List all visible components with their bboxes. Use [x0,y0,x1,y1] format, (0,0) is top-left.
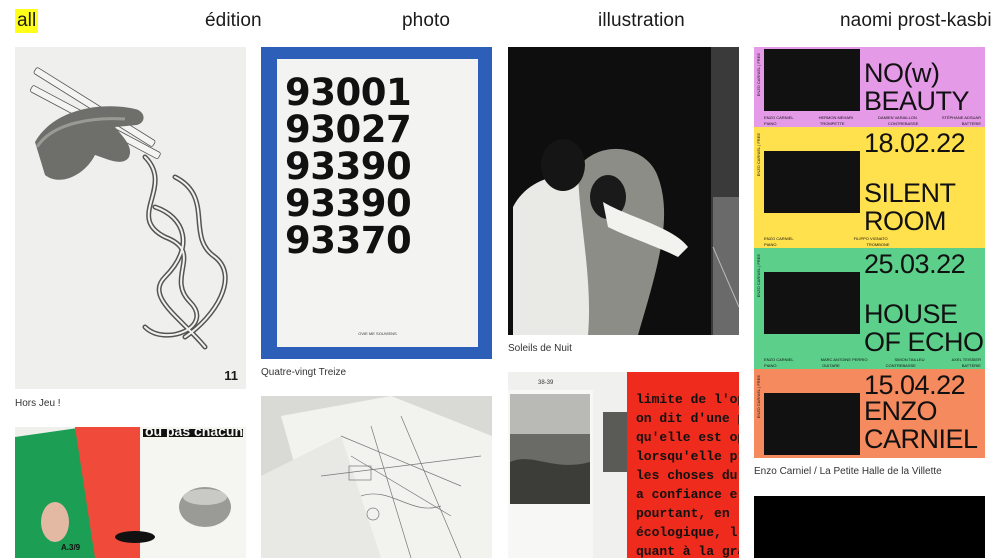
project-tile-black[interactable] [754,496,985,558]
poster-now-beauty: ENZO CARNIEL | FREE NO(w) BEAUTY ENZO CA… [754,47,985,127]
credit-name: FILIPPO VIGNATO [853,236,888,241]
text-line: les choses du [636,468,738,483]
nav-edition[interactable]: édition [205,9,262,33]
credit-role: TROMPETTE [819,121,845,126]
poster-side-text: ENZO CARNIEL | FREE [756,53,761,97]
poster-date: 18.02.22 [864,128,966,158]
collage-title: ou pas chacun [145,427,244,439]
postal-code-5: 93370 [285,219,412,262]
poster-title-line: SILENT [864,178,956,208]
text-line: limite de l'opt [636,392,739,407]
project-tile-ou-pas[interactable]: ou pas chacun A.3/9 [15,427,246,558]
red-page-text: limite de l'opt on dit d'une p qu'elle e… [636,390,739,558]
poster-title-line: BEAUTY [864,86,970,116]
postal-code-2: 93027 [285,108,412,151]
postal-code-4: 93390 [285,182,412,225]
credit-role: CONTREBASSE [885,363,916,368]
credit-name: ENZO CARNIEL [764,236,794,241]
postal-code-3: 93390 [285,145,412,188]
page-number: 11 [224,368,238,383]
text-line: qu'elle est opt [636,430,739,445]
credit-role: BATTERIE [961,121,981,126]
poster-roles: PIANO TROMBONE [764,242,981,247]
caption-hors-jeu[interactable]: Hors Jeu ! [15,397,61,410]
poster-title-line: OF ECHO [864,327,984,357]
credit-name: MARC ANTOINE PERRIO [820,357,868,362]
credit-role: TROMBONE [866,242,890,247]
map-book-photo [261,396,492,558]
main-nav: all édition photo illustration naomi pro… [0,0,1000,42]
pianist-photo [764,151,860,213]
credit-name: AXEL TEISSIER [951,357,981,362]
text-line: lorsqu'elle pre [636,449,739,464]
poster-date: 25.03.22 [864,249,966,279]
credit-name: DAMIEN VARAILLON [878,115,917,120]
credit-role: GUITARE [822,363,840,368]
poster-side-text: ENZO CARNIEL | FREE [756,375,761,419]
page-footer: OVIE ME SOUVIENS [358,331,397,336]
pianist-photo [764,393,860,455]
project-tile-quatre-vingt-treize[interactable]: 93001 93027 93390 93390 93370 OVIE ME SO… [261,47,492,359]
credit-role: PIANO [764,121,777,126]
nav-photo[interactable]: photo [402,9,450,33]
nav-illustration[interactable]: illustration [598,9,685,33]
project-tile-enzo-carniel[interactable]: ENZO CARNIEL | FREE NO(w) BEAUTY ENZO CA… [754,47,985,458]
text-line: quant à la gra [636,544,739,558]
poster-enzo-carniel: ENZO CARNIEL | FREE 15.04.22 ENZO CARNIE… [754,369,985,458]
caption-enzo-carniel[interactable]: Enzo Carniel / La Petite Halle de la Vil… [754,465,942,478]
text-line: écologique, l' [636,525,739,540]
poster-title-line: NO(w) [864,58,940,88]
text-line: pourtant, en [636,506,730,521]
nav-author-home[interactable]: naomi prost-kasbi [840,9,992,33]
poster-side-text: ENZO CARNIEL | FREE [756,133,761,177]
credit-role: PIANO [764,363,777,368]
poster-house-of-echo: ENZO CARNIEL | FREE 25.03.22 HOUSE OF EC… [754,248,985,369]
poster-title-line: ENZO [864,396,938,426]
poster-side-text: ENZO CARNIEL | FREE [756,254,761,298]
pianist-photo [764,49,860,111]
hand-illustration [30,67,228,350]
poster-credits: ENZO CARNIEL HERMON MEHARI DAMIEN VARAIL… [764,115,981,120]
postal-code-1: 93001 [285,71,412,114]
text-line: a confiance e [636,487,738,502]
collage-illustration [15,427,246,558]
credit-role: PIANO [764,242,777,247]
poster-title-line: ROOM [864,206,947,236]
credit-name: SIMON TAILLEU [894,357,925,362]
project-tile-map-book[interactable] [261,396,492,558]
caption-quatre-vingt-treize[interactable]: Quatre-vingt Treize [261,366,346,379]
poster-roles: PIANO TROMPETTE CONTREBASSE BATTERIE [764,121,981,126]
credit-name: HERMON MEHARI [818,115,854,120]
poster-credits: ENZO CARNIEL MARC ANTOINE PERRIO SIMON T… [764,357,981,362]
spread-page: 38-39 [538,380,554,386]
night-photo [508,47,739,335]
project-tile-hors-jeu[interactable]: 11 [15,47,246,389]
caption-soleils-de-nuit[interactable]: Soleils de Nuit [508,342,572,355]
book-page: 93001 93027 93390 93390 93370 OVIE ME SO… [277,59,478,347]
collage-page: A.3/9 [61,543,81,552]
poster-date: 15.04.22 [864,370,966,400]
poster-title-line: HOUSE [864,299,958,329]
pianist-photo [764,272,860,334]
project-tile-soleils-de-nuit[interactable] [508,47,739,335]
poster-silent-room: ENZO CARNIEL | FREE 18.02.22 SILENT ROOM… [754,127,985,248]
poster-credits: ENZO CARNIEL FILIPPO VIGNATO [764,236,981,241]
credit-role: CONTREBASSE [888,121,919,126]
project-tile-limite[interactable]: 38-39 limite de l'opt on dit d'une p qu'… [508,372,739,558]
text-line: on dit d'une p [636,411,739,426]
credit-name: ENZO CARNIEL [764,357,794,362]
credit-name: STÉPHANE ADSUAR [941,115,981,120]
poster-roles: PIANO GUITARE CONTREBASSE BATTERIE [764,363,981,368]
credit-role: BATTERIE [961,363,981,368]
poster-title-line: CARNIEL [864,424,978,454]
nav-all[interactable]: all [15,9,39,33]
credit-name: ENZO CARNIEL [764,115,794,120]
